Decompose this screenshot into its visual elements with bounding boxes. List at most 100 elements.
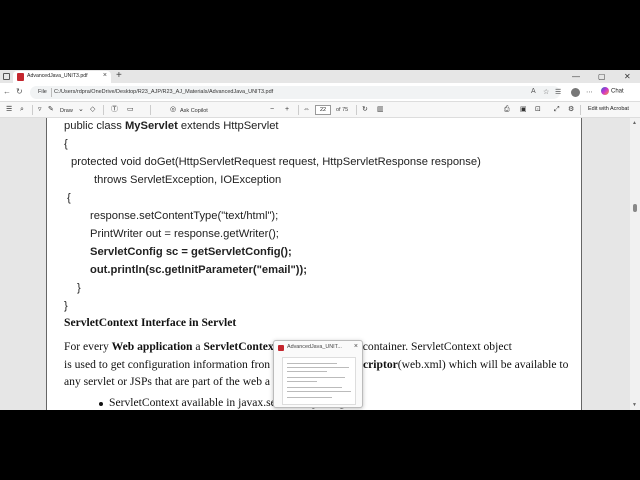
save-icon[interactable]: ▣ xyxy=(520,105,527,115)
preview-title: AdvancedJava_UNIT... xyxy=(287,344,342,350)
toolbar-divider xyxy=(150,105,151,115)
pdf-file-icon xyxy=(278,345,284,351)
code-text: extends HttpServlet xyxy=(177,120,279,132)
minimize-button[interactable]: — xyxy=(572,71,580,82)
code-line: { xyxy=(67,192,71,204)
settings-gear-icon[interactable]: ⚙ xyxy=(568,105,574,115)
thumbnail-line xyxy=(287,397,332,398)
save-as-icon[interactable]: ⊡ xyxy=(535,105,541,115)
code-line: } xyxy=(77,282,81,294)
url-text[interactable]: C:/Users/rdpra/OneDrive/Desktop/R23_AJP/… xyxy=(54,89,273,95)
toolbar-divider xyxy=(298,105,299,115)
thumbnail-line xyxy=(287,381,317,382)
tab-strip: AdvancedJava_UNIT3.pdf × + — ▢ ✕ xyxy=(0,70,640,83)
toolbar-divider xyxy=(356,105,357,115)
code-text: public class xyxy=(64,120,125,132)
immersive-reader-icon[interactable]: ▭ xyxy=(127,105,134,115)
code-line-class-declaration: public class MyServlet extends HttpServl… xyxy=(64,120,279,132)
code-line: response.setContentType("text/html"); xyxy=(90,210,279,222)
favorites-icon[interactable]: ☰ xyxy=(555,88,561,96)
para-text: a xyxy=(192,340,204,353)
copilot-chat-label: Chat xyxy=(611,88,624,95)
workspaces-icon[interactable] xyxy=(3,73,10,80)
scrollbar-thumb[interactable] xyxy=(633,204,637,212)
read-aloud-icon[interactable]: A xyxy=(531,88,536,95)
close-window-button[interactable]: ✕ xyxy=(624,71,631,82)
thumbnail-line xyxy=(287,371,327,372)
address-divider xyxy=(51,88,52,97)
code-line-bold: ServletConfig sc = getServletConfig(); xyxy=(90,246,292,258)
page-view-icon[interactable]: ▥ xyxy=(377,105,384,115)
para-bold-text: criptor xyxy=(363,358,398,371)
back-arrow-icon[interactable]: ← xyxy=(3,86,11,98)
profile-avatar[interactable] xyxy=(571,88,580,97)
draw-label[interactable]: Draw xyxy=(60,106,73,116)
zoom-out-button[interactable]: − xyxy=(270,105,274,115)
contents-icon[interactable]: ☰ xyxy=(6,105,12,115)
para-bold-text: ServletContex xyxy=(203,340,274,353)
thumbnail-line xyxy=(287,387,342,388)
favorite-star-icon[interactable]: ☆ xyxy=(543,88,549,96)
fullscreen-icon[interactable]: ⤢ xyxy=(554,105,560,115)
scroll-down-arrow-icon[interactable]: ▼ xyxy=(632,402,637,408)
thumbnail-line xyxy=(287,391,351,392)
refresh-icon[interactable]: ↻ xyxy=(16,86,23,98)
tab-close-icon[interactable]: × xyxy=(103,72,107,79)
code-line: PrintWriter out = response.getWriter(); xyxy=(90,228,279,240)
edit-with-acrobat-button[interactable]: Edit with Acrobat xyxy=(588,106,629,112)
file-scheme-label: File xyxy=(38,89,47,95)
fit-page-icon[interactable]: ⇔ xyxy=(303,105,310,115)
preview-close-icon[interactable]: × xyxy=(354,343,358,350)
code-line-throws: throws ServletException, IOException xyxy=(94,174,282,186)
page-total: of 75 xyxy=(336,107,349,113)
para-text: For every xyxy=(64,340,112,353)
code-line-method-signature: protected void doGet(HttpServletRequest … xyxy=(71,156,481,168)
maximize-button[interactable]: ▢ xyxy=(598,71,606,82)
zoom-in-button[interactable]: + xyxy=(285,105,289,115)
ask-copilot-label[interactable]: Ask Copilot xyxy=(180,106,208,116)
paragraph-line: For every Web application a ServletConte… xyxy=(64,340,274,353)
tab-pdf[interactable]: AdvancedJava_UNIT3.pdf × xyxy=(13,71,111,83)
highlight-icon[interactable]: ▿ xyxy=(38,105,42,115)
rotate-icon[interactable]: ↻ xyxy=(362,105,368,115)
thumbnail-line xyxy=(287,363,337,364)
paragraph-line: is used to get configuration information… xyxy=(64,358,271,371)
copilot-small-icon[interactable]: ◎ xyxy=(170,105,176,115)
copilot-icon xyxy=(601,87,609,95)
section-heading: ServletContext Interface in Servlet xyxy=(64,316,237,329)
copilot-chat-button[interactable]: Chat xyxy=(601,87,624,95)
address-bar-row: ← ↻ File C:/Users/rdpra/OneDrive/Desktop… xyxy=(0,83,640,102)
text-icon[interactable]: Ⓣ xyxy=(111,105,118,115)
more-options-icon[interactable]: ⋯ xyxy=(586,88,593,96)
address-bar[interactable]: File C:/Users/rdpra/OneDrive/Desktop/R23… xyxy=(30,86,560,99)
draw-tool-icon[interactable]: ✎ xyxy=(48,105,54,115)
search-icon[interactable]: ⌕ xyxy=(20,105,24,115)
paragraph-line-end: criptor(web.xml) which will be available… xyxy=(363,358,568,371)
tab-preview-popup[interactable]: AdvancedJava_UNIT... × xyxy=(273,340,363,408)
thumbnail-line xyxy=(287,367,349,368)
toolbar-divider xyxy=(32,105,33,115)
vertical-scrollbar[interactable]: ▲ ▼ xyxy=(630,118,640,410)
code-line: { xyxy=(64,138,68,150)
new-tab-button[interactable]: + xyxy=(116,70,122,82)
page-thumbnail xyxy=(282,357,356,405)
paragraph-line: any servlet or JSPs that are part of the… xyxy=(64,375,271,388)
code-class-name: MyServlet xyxy=(124,120,178,132)
scroll-up-arrow-icon[interactable]: ▲ xyxy=(632,120,637,126)
pdf-toolbar: ☰ ⌕ ▿ ✎ Draw ⌄ ◇ Ⓣ ▭ ◎ Ask Copilot − + ⇔… xyxy=(0,102,640,118)
thumbnail-line xyxy=(287,377,345,378)
draw-dropdown-icon[interactable]: ⌄ xyxy=(78,105,84,115)
page-number-input[interactable]: 22 xyxy=(315,105,331,115)
para-bold-text: Web application xyxy=(111,340,193,353)
code-line: } xyxy=(64,300,68,312)
browser-window: AdvancedJava_UNIT3.pdf × + — ▢ ✕ ← ↻ Fil… xyxy=(0,70,640,410)
print-icon[interactable]: ⎙ xyxy=(504,105,510,115)
toolbar-divider xyxy=(580,105,581,115)
toolbar-divider xyxy=(103,105,104,115)
pdf-file-icon xyxy=(17,73,24,81)
code-line-bold: out.println(sc.getInitParameter("email")… xyxy=(90,264,307,276)
eraser-icon[interactable]: ◇ xyxy=(90,105,95,115)
para-text: (web.xml) which will be available to xyxy=(397,358,569,371)
tab-title: AdvancedJava_UNIT3.pdf xyxy=(27,73,88,79)
bullet-marker xyxy=(99,402,103,406)
